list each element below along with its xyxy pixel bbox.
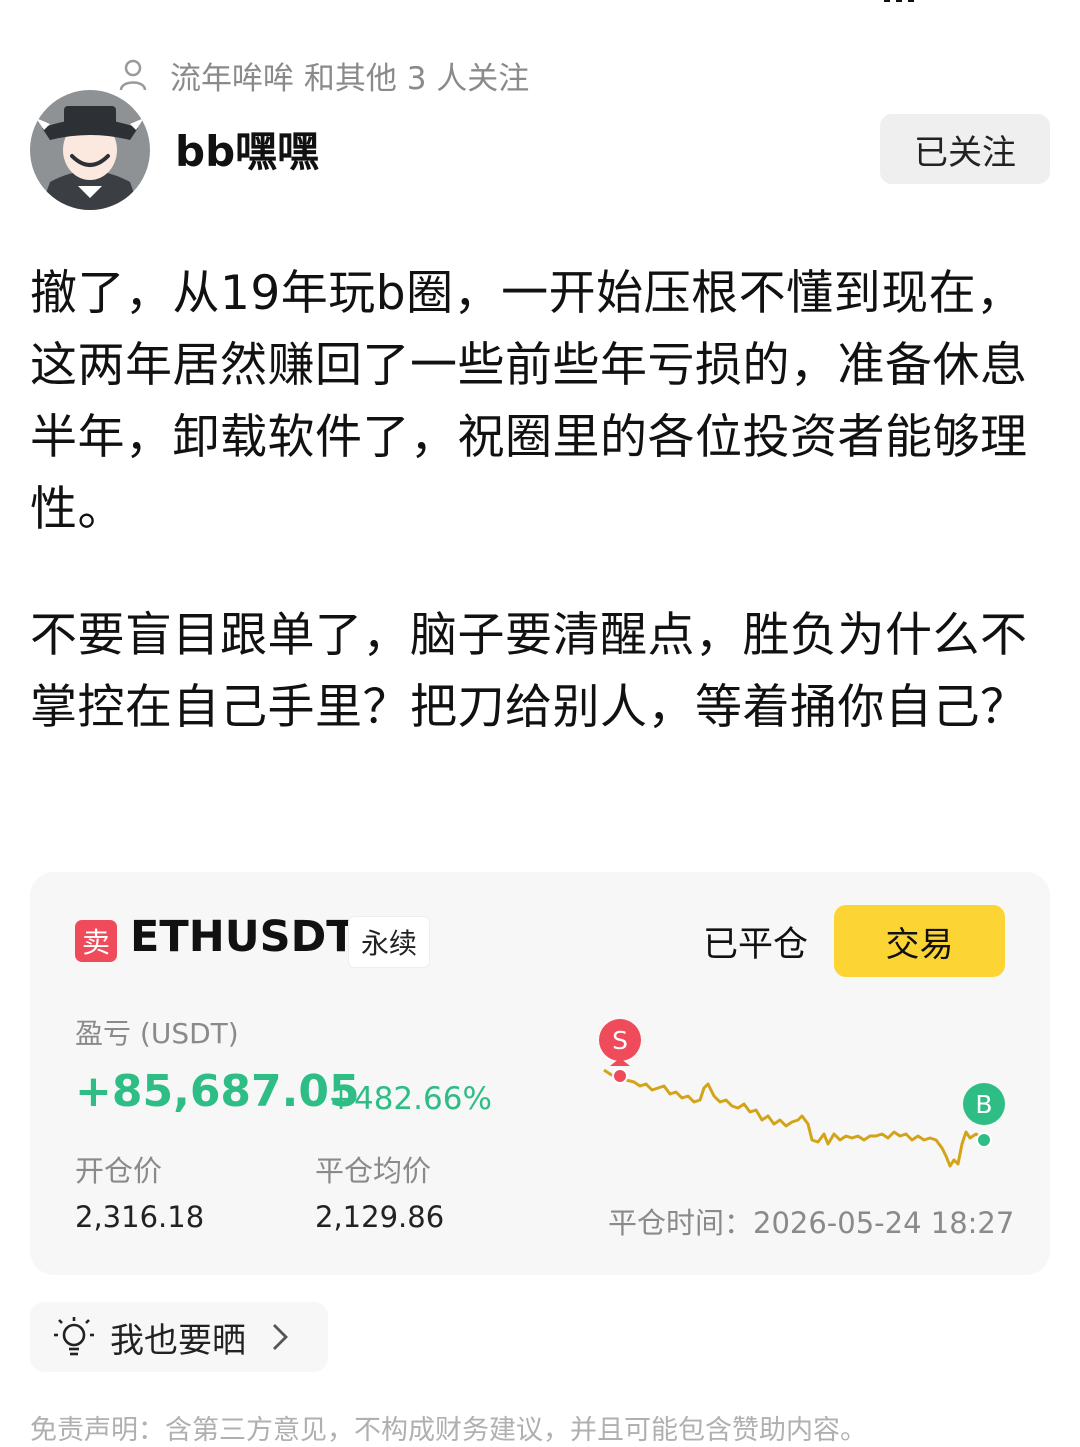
pnl-percent: +482.66% bbox=[328, 1081, 492, 1117]
contract-type-badge: 永续 bbox=[348, 916, 431, 968]
price-line bbox=[603, 1068, 986, 1168]
close-price-value: 2,129.86 bbox=[315, 1200, 445, 1234]
buy-marker-label: B bbox=[975, 1090, 992, 1119]
username[interactable]: bb嘿嘿 bbox=[175, 118, 319, 179]
sell-side-tag: 卖 bbox=[75, 920, 117, 962]
disclaimer: 免责声明：含第三方意见，不构成财务建议，并且可能包含赞助内容。 bbox=[30, 1415, 867, 1446]
avatar[interactable] bbox=[30, 90, 150, 210]
position-status: 已平仓 bbox=[703, 925, 809, 965]
open-price-label: 开仓价 bbox=[75, 1154, 163, 1188]
share-trade-button[interactable]: 我也要晒 bbox=[30, 1302, 328, 1372]
trade-button[interactable]: 交易 bbox=[834, 905, 1005, 977]
share-label: 我也要晒 bbox=[110, 1320, 246, 1361]
top-cutoff-icon bbox=[880, 0, 920, 6]
lightbulb-icon bbox=[54, 1317, 94, 1356]
chevron-right-icon bbox=[273, 1324, 288, 1350]
sell-marker: S bbox=[599, 1019, 641, 1084]
close-price-label: 平仓均价 bbox=[315, 1154, 432, 1188]
pnl-label: 盈亏 (USDT) bbox=[75, 1017, 239, 1050]
open-price-value: 2,316.18 bbox=[75, 1200, 205, 1234]
followed-by-text: 流年哞哞 和其他 3 人关注 bbox=[170, 60, 530, 97]
close-time: 平仓时间：2026-05-24 18:27 bbox=[608, 1206, 1015, 1240]
sell-marker-label: S bbox=[612, 1026, 628, 1055]
follow-button[interactable]: 已关注 bbox=[880, 114, 1050, 184]
post-paragraph-1: 撤了，从19年玩b圈，一开始压根不懂到现在，这两年居然赚回了一些前些年亏损的，准… bbox=[30, 266, 1028, 537]
pnl-value: +85,687.05 bbox=[75, 1066, 360, 1117]
person-icon bbox=[119, 59, 147, 91]
price-sparkline: S B bbox=[599, 1019, 1005, 1168]
trade-symbol: ETHUSDT bbox=[130, 912, 356, 962]
followed-by-hint[interactable]: 流年哞哞 和其他 3 人关注 bbox=[118, 52, 529, 98]
post-paragraph-2: 不要盲目跟单了，脑子要清醒点，胜负为什么不掌控在自己手里？把刀给别人，等着捅你自… bbox=[30, 608, 1028, 735]
